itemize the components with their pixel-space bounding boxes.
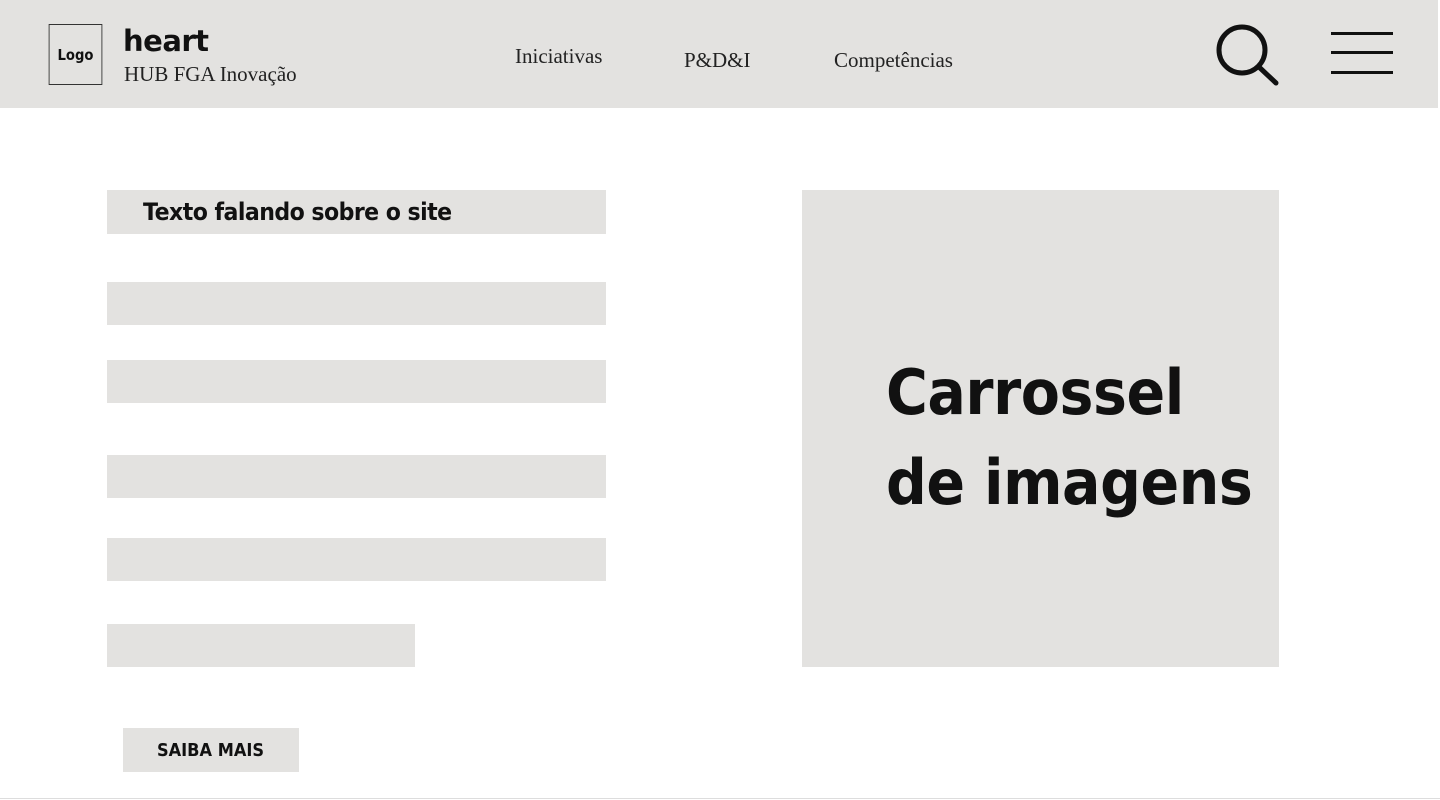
text-placeholder-line <box>107 624 415 667</box>
carousel-line-1: Carrossel <box>886 356 1184 429</box>
text-placeholder-line <box>107 538 606 581</box>
saiba-mais-button[interactable]: SAIBA MAIS <box>123 728 299 772</box>
text-placeholder-line <box>107 360 606 403</box>
nav-item-iniciativas[interactable]: Iniciativas <box>515 44 602 68</box>
logo[interactable]: Logo <box>48 24 103 85</box>
text-heading: Texto falando sobre o site <box>143 198 452 226</box>
nav-item-competencias[interactable]: Competências <box>834 48 953 72</box>
nav-item-pdi[interactable]: P&D&I <box>684 48 751 72</box>
carousel-placeholder-text: Carrossel de imagens <box>886 348 1253 528</box>
brand-subtitle: HUB FGA Inovação <box>124 62 297 86</box>
search-icon[interactable] <box>1214 22 1282 88</box>
divider <box>0 798 1440 799</box>
brand-title[interactable]: heart <box>123 24 209 58</box>
carousel-line-2: de imagens <box>886 446 1253 519</box>
text-placeholder-line <box>107 455 606 498</box>
logo-label: Logo <box>57 45 94 64</box>
saiba-mais-label: SAIBA MAIS <box>157 739 265 761</box>
hamburger-menu-icon[interactable] <box>1330 30 1394 78</box>
site-header: Logo heart HUB FGA Inovação Iniciativas … <box>0 0 1438 108</box>
text-placeholder-line <box>107 282 606 325</box>
image-carousel[interactable]: Carrossel de imagens <box>802 190 1279 667</box>
